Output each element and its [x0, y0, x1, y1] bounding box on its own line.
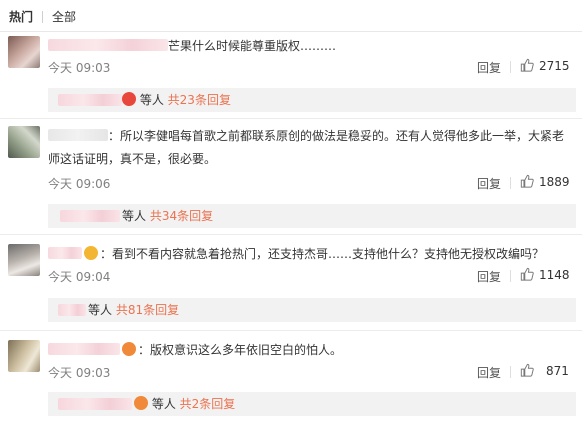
like-count: 871: [546, 364, 569, 378]
others-label: 等人: [122, 209, 147, 223]
comment-time: 今天 09:03: [48, 61, 111, 75]
username-blurred[interactable]: [48, 129, 108, 141]
view-replies-link[interactable]: 共23条回复: [168, 93, 231, 107]
comment-time: 今天 09:03: [48, 366, 111, 380]
sub-username-blurred[interactable]: [58, 304, 86, 316]
view-replies-link[interactable]: 共34条回复: [150, 209, 213, 223]
reply-button[interactable]: 回复: [477, 268, 501, 285]
comment-text: ：版权意识这么多年依旧空白的怕人。: [138, 343, 343, 357]
others-label: 等人: [139, 93, 164, 107]
comment-text: ：所以李健唱每首歌之前都联系原创的做法是稳妥的。还有人觉得他多此一举，大紧老: [108, 129, 565, 143]
comment-divider: [0, 330, 582, 331]
reply-button[interactable]: 回复: [477, 175, 501, 192]
comment-text: 芒果什么时候能尊重版权………: [168, 39, 337, 53]
action-divider: [510, 61, 511, 73]
tab-bar: 热门 全部: [0, 0, 582, 32]
others-label: 等人: [88, 303, 113, 317]
action-divider: [510, 270, 511, 282]
thumbs-up-icon[interactable]: [520, 267, 534, 281]
red-star-badge-icon: [122, 92, 136, 106]
sub-username-blurred[interactable]: [58, 398, 132, 410]
comment-item: 芒果什么时候能尊重版权……… 今天 09:03 回复 2715 等人 共23条回…: [0, 32, 582, 118]
comment-time: 今天 09:04: [48, 270, 111, 284]
comment-line: ：看到不看内容就急着抢热门，还支持杰哥……支持他什么？支持他无授权改编吗？: [48, 244, 544, 264]
comment-line: ：所以李健唱每首歌之前都联系原创的做法是稳妥的。还有人觉得他多此一举，大紧老: [48, 126, 564, 146]
username-blurred[interactable]: [48, 247, 82, 259]
avatar[interactable]: [8, 244, 40, 276]
tab-divider: [42, 11, 43, 23]
sub-username-blurred[interactable]: [58, 94, 122, 106]
emoji-badge-icon: [122, 342, 136, 356]
sub-reply-box[interactable]: 等人 共23条回复: [48, 88, 576, 112]
comment-line: ：版权意识这么多年依旧空白的怕人。: [48, 340, 342, 360]
sub-reply-summary: 等人 共81条回复: [88, 302, 179, 318]
comment-time: 今天 09:06: [48, 177, 111, 191]
thumbs-up-icon[interactable]: [520, 174, 534, 188]
comment-item: ：所以李健唱每首歌之前都联系原创的做法是稳妥的。还有人觉得他多此一举，大紧老 师…: [0, 120, 582, 232]
reply-button[interactable]: 回复: [477, 59, 501, 76]
action-divider: [510, 366, 511, 378]
comment-text: ：看到不看内容就急着抢热门，还支持杰哥……支持他什么？支持他无授权改编吗？: [100, 247, 545, 261]
tab-all[interactable]: 全部: [52, 9, 76, 25]
username-blurred[interactable]: [48, 39, 168, 51]
emoji-badge-icon: [134, 396, 148, 410]
comment-divider: [0, 118, 582, 119]
sub-reply-box[interactable]: 等人 共34条回复: [48, 204, 576, 228]
sub-reply-box[interactable]: 等人 共81条回复: [48, 298, 576, 322]
thumbs-up-icon[interactable]: [520, 363, 534, 377]
like-count: 1889: [539, 175, 570, 189]
tab-hot[interactable]: 热门: [9, 9, 33, 25]
username-blurred[interactable]: [48, 343, 120, 355]
action-divider: [510, 177, 511, 189]
view-replies-link[interactable]: 共2条回复: [180, 397, 236, 411]
reply-button[interactable]: 回复: [477, 364, 501, 381]
comment-item: ：看到不看内容就急着抢热门，还支持杰哥……支持他什么？支持他无授权改编吗？ 今天…: [0, 236, 582, 328]
comment-divider: [0, 234, 582, 235]
sub-reply-summary: 等人 共2条回复: [134, 396, 235, 412]
sub-reply-summary: 等人 共34条回复: [122, 208, 213, 224]
sub-reply-box[interactable]: 等人 共2条回复: [48, 392, 576, 416]
avatar[interactable]: [8, 36, 40, 68]
comment-item: ：版权意识这么多年依旧空白的怕人。 今天 09:03 回复 871 等人 共2条…: [0, 332, 582, 424]
like-count: 2715: [539, 59, 570, 73]
avatar[interactable]: [8, 126, 40, 158]
avatar[interactable]: [8, 340, 40, 372]
sub-username-blurred[interactable]: [60, 210, 120, 222]
sub-reply-summary: 等人 共23条回复: [122, 92, 231, 108]
like-count: 1148: [539, 268, 570, 282]
thumbs-up-icon[interactable]: [520, 58, 534, 72]
others-label: 等人: [151, 397, 176, 411]
gold-badge-icon: [84, 246, 98, 260]
comment-line: 芒果什么时候能尊重版权………: [48, 36, 336, 56]
view-replies-link[interactable]: 共81条回复: [116, 303, 179, 317]
comment-text-line2: 师这话证明，真不是，很必要。: [48, 152, 217, 166]
